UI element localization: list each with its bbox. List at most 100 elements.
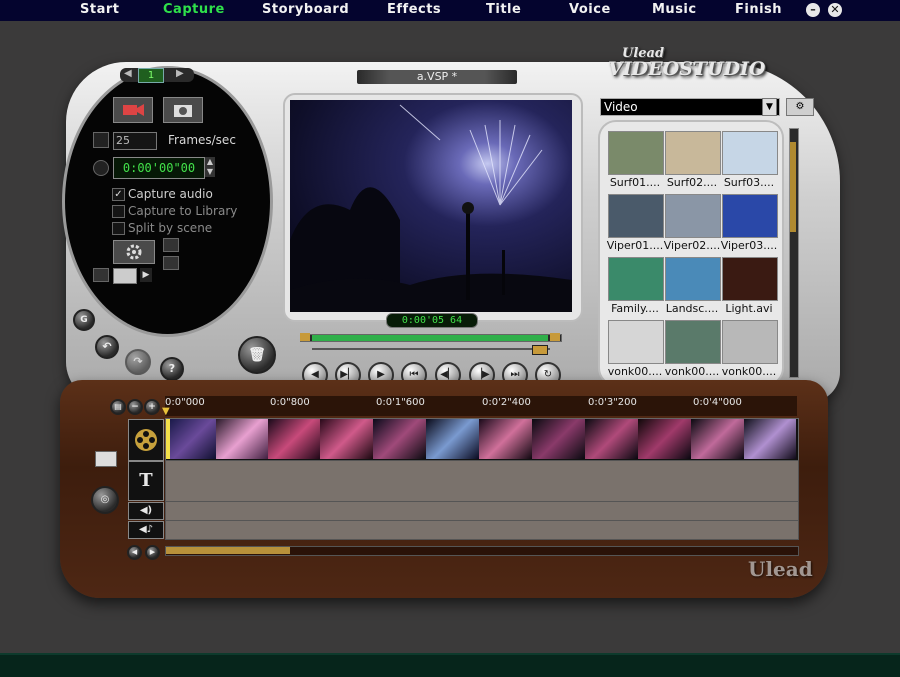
capture-video-button[interactable] <box>113 97 153 123</box>
split-by-scene-label: Split by scene <box>128 221 213 235</box>
minimize-icon[interactable]: – <box>806 3 820 17</box>
video-track-button[interactable] <box>128 419 164 461</box>
video-clip[interactable] <box>479 419 533 459</box>
format-arrow-icon[interactable]: ▶ <box>140 268 152 282</box>
library-item-label: vonk00.... <box>664 365 720 378</box>
menu-storyboard[interactable]: Storyboard <box>262 2 349 17</box>
video-camera-icon <box>123 104 144 116</box>
music-track-button[interactable]: ◀♪ <box>128 521 164 539</box>
library-category-select[interactable]: Video <box>600 98 780 116</box>
close-icon[interactable]: ✕ <box>828 3 842 17</box>
menu-start[interactable]: Start <box>80 2 119 17</box>
chevron-down-icon[interactable]: ▼ <box>762 98 777 116</box>
duration-spinner[interactable]: ▲ ▼ <box>205 157 215 177</box>
menu-effects[interactable]: Effects <box>387 2 441 17</box>
video-clip[interactable] <box>638 419 692 459</box>
ruler-tick-label: 0:0"000 <box>165 397 205 408</box>
undo-icon[interactable]: ↶ <box>95 335 119 359</box>
trim-start-handle[interactable] <box>300 333 310 341</box>
capture-audio-checkbox[interactable]: ✓ <box>112 188 125 201</box>
film-icon <box>93 268 109 282</box>
timeline-scroll-thumb[interactable] <box>166 547 290 554</box>
library-thumbnail[interactable] <box>665 320 721 364</box>
library-thumbnail[interactable] <box>665 257 721 301</box>
video-clip[interactable] <box>691 419 745 459</box>
library-item-label: vonk00.... <box>607 365 663 378</box>
library-thumbnail[interactable] <box>608 131 664 175</box>
clock-icon <box>93 160 109 176</box>
library-scroll-thumb[interactable] <box>790 142 796 232</box>
video-clip[interactable] <box>426 419 480 459</box>
scroll-left-icon[interactable]: ◀ <box>127 545 142 560</box>
video-clip[interactable] <box>268 419 321 459</box>
timeline-mode-icon[interactable]: ◎ <box>91 486 119 514</box>
ruler-tick-label: 0:0"800 <box>270 397 310 408</box>
video-clip[interactable] <box>320 419 374 459</box>
top-menu-bar: Start Capture Storyboard Effects Title V… <box>0 0 900 21</box>
library-item-label: Viper03.... <box>720 239 778 252</box>
playhead-marker[interactable]: ▼ <box>162 406 170 417</box>
ruler-tick-label: 0:0'3"200 <box>588 397 637 408</box>
ruler-tick-label: 0:0'4"000 <box>693 397 742 408</box>
library-thumbnail[interactable] <box>608 257 664 301</box>
scroll-right-icon[interactable]: ▶ <box>145 545 160 560</box>
video-clip[interactable] <box>373 419 427 459</box>
storyboard-view-icon[interactable] <box>95 451 117 467</box>
capture-settings-button[interactable] <box>113 240 155 264</box>
jog-bar[interactable] <box>312 348 550 350</box>
timeline-options-icon[interactable]: ▤ <box>110 399 126 415</box>
capture-to-library-checkbox[interactable] <box>112 205 125 218</box>
menu-music[interactable]: Music <box>652 2 697 17</box>
next-page-icon[interactable]: ▶ <box>176 68 184 79</box>
voice-track-button[interactable]: ◀) <box>128 502 164 520</box>
video-clip[interactable] <box>216 419 269 459</box>
frame-rate-icon <box>93 132 109 148</box>
small-option-icon[interactable] <box>163 238 179 252</box>
frame-rate-field[interactable]: 25 <box>113 132 157 150</box>
split-by-scene-checkbox[interactable] <box>112 222 125 235</box>
library-thumbnail[interactable] <box>608 320 664 364</box>
prev-page-icon[interactable]: ◀ <box>124 68 132 79</box>
title-track[interactable] <box>165 460 799 502</box>
video-clip[interactable] <box>744 419 796 459</box>
go-to-icon[interactable]: G <box>73 309 95 331</box>
menu-voice[interactable]: Voice <box>569 2 611 17</box>
film-reel-icon <box>135 429 157 451</box>
library-item-label: Light.avi <box>725 302 773 315</box>
capture-to-library-label: Capture to Library <box>128 204 238 218</box>
library-item-label: Family.... <box>611 302 659 315</box>
capture-image-button[interactable] <box>163 97 203 123</box>
zoom-in-icon[interactable]: + <box>144 399 160 415</box>
small-option-icon-2[interactable] <box>163 256 179 270</box>
library-options-icon[interactable]: ⚙ <box>786 98 814 116</box>
capture-audio-label: Capture audio <box>128 187 213 201</box>
redo-icon[interactable]: ↷ <box>125 349 151 375</box>
capture-duration-field[interactable]: 0:00'00"00 <box>113 157 205 179</box>
video-clip[interactable] <box>532 419 586 459</box>
library-item-label: Viper01.... <box>606 239 664 252</box>
voice-track[interactable] <box>165 501 799 521</box>
trim-end-handle[interactable] <box>550 333 560 341</box>
trash-icon[interactable]: 🗑 <box>238 336 276 374</box>
title-track-button[interactable]: T <box>128 461 164 501</box>
menu-title[interactable]: Title <box>486 2 521 17</box>
jog-slider[interactable] <box>532 345 548 355</box>
capture-format-button[interactable] <box>113 268 137 284</box>
zoom-out-icon[interactable]: − <box>127 399 143 415</box>
frame-rate-label: Frames/sec <box>168 133 236 147</box>
menu-capture[interactable]: Capture <box>163 2 225 17</box>
library-thumbnail[interactable] <box>722 320 778 364</box>
library-thumbnail[interactable] <box>722 257 778 301</box>
library-thumbnail[interactable] <box>665 194 721 238</box>
library-thumbnail[interactable] <box>722 131 778 175</box>
gear-icon <box>126 244 142 260</box>
menu-finish[interactable]: Finish <box>735 2 782 17</box>
video-clip[interactable] <box>170 419 217 459</box>
music-track[interactable] <box>165 520 799 540</box>
library-thumbnail[interactable] <box>665 131 721 175</box>
help-icon[interactable]: ? <box>160 357 184 381</box>
library-thumbnail[interactable] <box>608 194 664 238</box>
library-item-label: Surf01.... <box>609 176 661 189</box>
video-clip[interactable] <box>585 419 639 459</box>
library-thumbnail[interactable] <box>722 194 778 238</box>
